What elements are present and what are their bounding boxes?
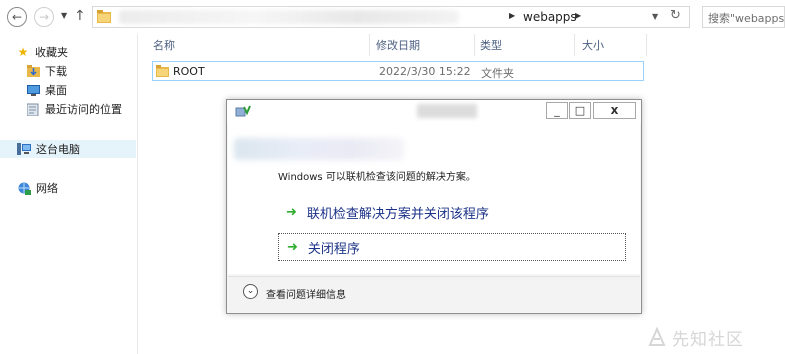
maximize-button[interactable]: □ <box>569 102 591 119</box>
column-divider[interactable] <box>574 34 575 56</box>
redacted-heading <box>234 138 404 160</box>
table-row[interactable]: ROOT 2022/3/30 15:22 文件夹 <box>152 61 644 81</box>
sidebar-item-label: 收藏夹 <box>35 46 68 59</box>
close-button[interactable]: x <box>593 102 636 119</box>
network-icon <box>17 181 31 195</box>
view-details-link[interactable]: 查看问题详细信息 <box>266 286 346 301</box>
sidebar-item-label: 最近访问的位置 <box>45 103 122 116</box>
search-input[interactable]: 搜索"webapps" <box>702 6 785 28</box>
problem-report-dialog: _ □ x Windows 可以联机检查该问题的解决方案。 ➜ 联机检查解决方案… <box>226 99 642 314</box>
folder-icon <box>97 10 111 23</box>
breadcrumb-separator-icon[interactable]: ▶ <box>509 11 515 20</box>
forward-button[interactable]: → <box>34 7 54 27</box>
refresh-icon[interactable]: ↻ <box>670 8 681 23</box>
back-button[interactable]: ← <box>7 7 27 27</box>
sidebar-item-favorites[interactable]: ★ 收藏夹 <box>16 43 68 61</box>
recent-locations-dropdown-icon[interactable]: ▼ <box>61 11 67 20</box>
sidebar-item-label: 这台电脑 <box>36 143 80 156</box>
app-icon <box>235 105 251 117</box>
check-online-and-close-option[interactable]: ➜ 联机检查解决方案并关闭该程序 <box>278 198 626 226</box>
sidebar-item-network[interactable]: 网络 <box>17 179 58 197</box>
redacted-path <box>119 10 459 24</box>
file-type: 文件夹 <box>481 67 514 80</box>
green-arrow-icon: ➜ <box>286 204 297 220</box>
column-header-type[interactable]: 类型 <box>480 37 502 53</box>
dialog-footer: ⌄ 查看问题详细信息 <box>228 276 640 312</box>
desktop-icon <box>26 83 40 97</box>
computer-icon <box>17 142 31 156</box>
download-folder-icon <box>26 64 40 78</box>
address-dropdown-icon[interactable]: ▼ <box>652 12 658 21</box>
arrow-left-icon: ← <box>11 10 23 24</box>
dialog-content: Windows 可以联机检查该问题的解决方案。 ➜ 联机检查解决方案并关闭该程序… <box>228 124 640 274</box>
close-program-option[interactable]: ➜ 关闭程序 <box>278 233 626 261</box>
sidebar-item-downloads[interactable]: 下载 <box>26 62 67 80</box>
sidebar-item-label: 网络 <box>36 182 58 195</box>
option-label: 关闭程序 <box>307 241 360 257</box>
dialog-description: Windows 可以联机检查该问题的解决方案。 <box>278 172 476 183</box>
up-arrow-icon[interactable]: ↑ <box>74 8 86 24</box>
folder-icon <box>156 65 169 77</box>
sidebar-item-label: 下载 <box>45 65 67 78</box>
file-modified-date: 2022/3/30 15:22 <box>379 65 471 78</box>
recent-places-icon <box>26 102 40 116</box>
column-divider[interactable] <box>369 34 370 56</box>
column-header-modified[interactable]: 修改日期 <box>376 37 420 53</box>
address-bar[interactable]: ▶ webapps ▶ ▼ ↻ <box>92 6 690 28</box>
star-icon: ★ <box>17 45 29 59</box>
watermark-text: 先知社区 <box>672 329 744 350</box>
file-name: ROOT <box>173 65 205 78</box>
dialog-title-bar[interactable]: _ □ x <box>227 100 641 124</box>
sidebar-item-this-pc[interactable]: 这台电脑 <box>0 140 136 158</box>
breadcrumb-current[interactable]: webapps <box>523 10 577 24</box>
sidebar-item-recent-places[interactable]: 最近访问的位置 <box>26 100 122 118</box>
column-header-size[interactable]: 大小 <box>582 37 604 53</box>
arrow-right-icon: → <box>38 10 50 24</box>
sidebar-item-label: 桌面 <box>45 84 67 97</box>
watermark: 先知社区 <box>648 324 778 350</box>
column-header-name[interactable]: 名称 <box>153 37 175 53</box>
column-divider[interactable] <box>646 34 647 56</box>
option-label: 联机检查解决方案并关闭该程序 <box>306 206 489 222</box>
navigation-pane: ★ 收藏夹 下载 桌面 最近访问的位置 这台电脑 网络 <box>0 34 138 354</box>
chevron-down-icon[interactable]: ⌄ <box>243 284 258 299</box>
column-divider[interactable] <box>474 34 475 56</box>
watermark-logo-icon <box>648 327 666 346</box>
green-arrow-icon: ➜ <box>287 239 298 255</box>
sidebar-item-desktop[interactable]: 桌面 <box>26 81 67 99</box>
explorer-toolbar: ← → ▼ ↑ ▶ webapps ▶ ▼ ↻ 搜索"webapps" <box>0 0 785 34</box>
minimize-button[interactable]: _ <box>546 102 568 119</box>
redacted-title <box>417 104 477 118</box>
breadcrumb-separator-icon[interactable]: ▶ <box>575 11 581 20</box>
